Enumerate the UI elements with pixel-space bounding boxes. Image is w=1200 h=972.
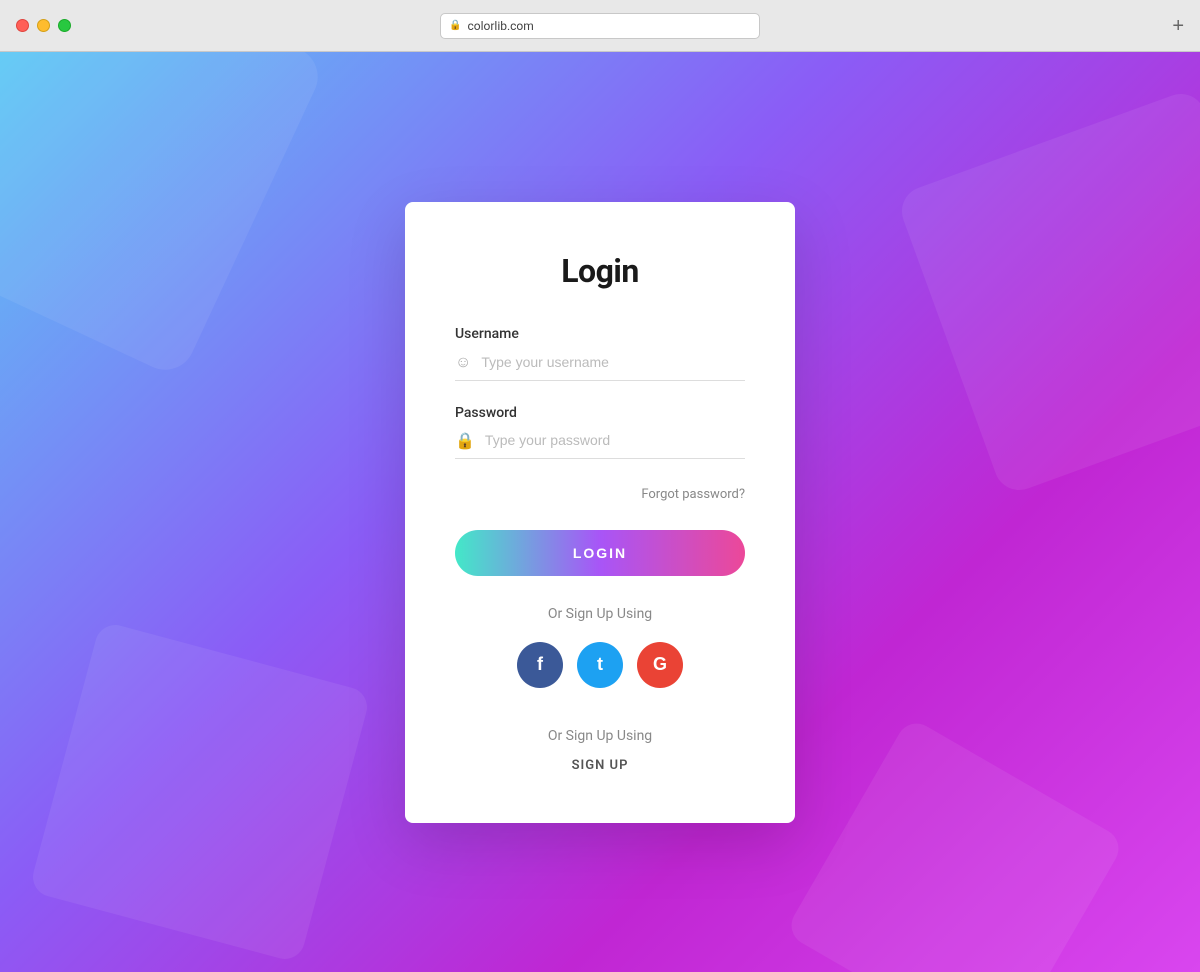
login-title: Login bbox=[455, 252, 745, 290]
address-bar[interactable]: 🔒 colorlib.com bbox=[440, 13, 760, 39]
decorative-shape-3 bbox=[895, 87, 1200, 497]
decorative-shape-1 bbox=[0, 52, 328, 380]
password-input-wrapper: 🔒 bbox=[455, 431, 745, 459]
lock-icon: 🔒 bbox=[449, 20, 461, 31]
google-button[interactable]: G bbox=[637, 642, 683, 688]
facebook-icon: f bbox=[537, 654, 543, 675]
username-label: Username bbox=[455, 326, 745, 342]
lock-field-icon: 🔒 bbox=[455, 431, 475, 450]
decorative-shape-2 bbox=[29, 621, 372, 964]
main-content: Login Username ☺ Password 🔒 Forgot passw… bbox=[0, 52, 1200, 972]
social-buttons: f t G bbox=[455, 642, 745, 688]
decorative-shape-4 bbox=[784, 716, 1126, 972]
or-signup-bottom-label: Or Sign Up Using bbox=[455, 728, 745, 744]
traffic-lights bbox=[16, 19, 71, 32]
twitter-button[interactable]: t bbox=[577, 642, 623, 688]
signup-link[interactable]: SIGN UP bbox=[572, 758, 629, 773]
facebook-button[interactable]: f bbox=[517, 642, 563, 688]
login-button[interactable]: LOGIN bbox=[455, 530, 745, 576]
url-text: colorlib.com bbox=[467, 19, 533, 33]
new-tab-button[interactable]: + bbox=[1172, 16, 1184, 36]
maximize-button[interactable] bbox=[58, 19, 71, 32]
close-button[interactable] bbox=[16, 19, 29, 32]
username-group: Username ☺ bbox=[455, 326, 745, 381]
login-card: Login Username ☺ Password 🔒 Forgot passw… bbox=[405, 202, 795, 823]
browser-chrome: 🔒 colorlib.com + bbox=[0, 0, 1200, 52]
signup-link-wrapper: SIGN UP bbox=[455, 758, 745, 773]
or-signup-label: Or Sign Up Using bbox=[455, 606, 745, 622]
twitter-icon: t bbox=[597, 654, 603, 675]
username-input-wrapper: ☺ bbox=[455, 352, 745, 381]
forgot-password-link[interactable]: Forgot password? bbox=[641, 487, 745, 502]
user-icon: ☺ bbox=[455, 352, 471, 372]
forgot-password-wrapper: Forgot password? bbox=[455, 483, 745, 502]
password-input[interactable] bbox=[485, 432, 745, 448]
google-icon: G bbox=[653, 654, 667, 675]
minimize-button[interactable] bbox=[37, 19, 50, 32]
username-input[interactable] bbox=[481, 354, 745, 370]
password-label: Password bbox=[455, 405, 745, 421]
password-group: Password 🔒 bbox=[455, 405, 745, 459]
